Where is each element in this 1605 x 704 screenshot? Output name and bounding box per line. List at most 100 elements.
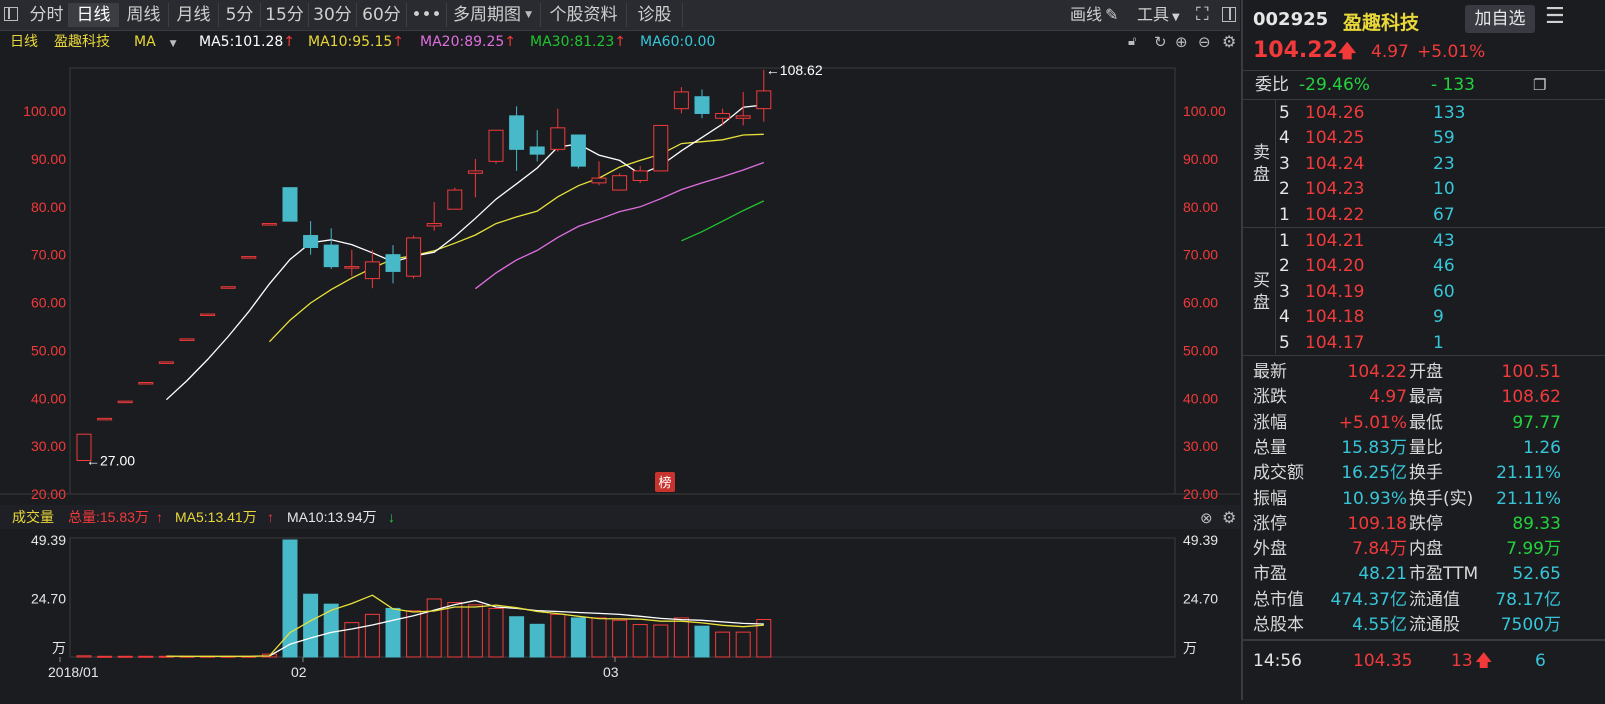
up-arrow-icon: ↑ [267, 509, 274, 525]
bid-price: 104.21 [1305, 231, 1365, 251]
candle [488, 129, 504, 164]
tools-label: 工具 [1137, 5, 1170, 24]
ma60-value: MA60:0.00 [640, 34, 716, 50]
price-tick-label-right: 60.00 [1183, 295, 1218, 311]
ask-lvl: 5 [1279, 103, 1290, 123]
stat-value: 104.22 [1347, 362, 1407, 382]
bid-vol: 1 [1433, 332, 1444, 353]
stat-value: 7.99万 [1506, 539, 1561, 560]
layout-toggle-icon[interactable] [4, 7, 18, 21]
stat-label: 换手 [1409, 463, 1443, 484]
stat-label: 量比 [1409, 437, 1443, 458]
draw-line-button[interactable]: 画线 ✎ [1070, 3, 1118, 27]
bid-level-row: 3 104.19 60 [1243, 279, 1605, 305]
tab-10[interactable]: 个股资料 [541, 3, 627, 27]
candle-body [364, 261, 380, 280]
up-arrow-icon: ↑ [156, 509, 163, 525]
panel-toggle-icon[interactable] [1222, 7, 1236, 22]
price-tick-label-right: 90.00 [1183, 151, 1218, 167]
ask-level-row: 1 104.22 67 [1243, 202, 1605, 228]
candle [117, 400, 133, 404]
stat-value: +5.01% [1338, 412, 1407, 433]
lock-icon[interactable]: 🔓︎ [1128, 30, 1136, 54]
stat-value: 4.97 [1369, 387, 1407, 408]
candle-body [529, 146, 545, 155]
price-tick-label-left: 20.00 [31, 486, 66, 502]
period-label: 日线 [10, 34, 38, 50]
fullscreen-icon[interactable]: ⛶ [1196, 3, 1209, 27]
bid-lvl: 3 [1279, 281, 1290, 302]
tab-4[interactable]: 5分 [219, 3, 261, 27]
add-watchlist-button[interactable]: 加自选 [1465, 5, 1535, 33]
volume-bar [673, 617, 689, 658]
volume-bar [364, 613, 380, 658]
volume-bar [612, 619, 628, 658]
copy-icon[interactable]: ❐ [1533, 72, 1546, 98]
volume-bar [138, 655, 154, 658]
tools-menu-button[interactable]: 工具 ▼ [1137, 3, 1180, 27]
last-tick-row: 14:56 104.35 13 🡅︎ 6 [1243, 648, 1605, 674]
tab-5[interactable]: 15分 [261, 3, 309, 27]
refresh-icon[interactable]: ↻ [1154, 30, 1167, 54]
stat-value: 100.51 [1501, 362, 1561, 382]
zoom-in-icon[interactable]: ⊕ [1175, 30, 1188, 54]
menu-list-icon[interactable]: ☰ [1545, 4, 1565, 29]
webi-label: 委比 [1255, 75, 1289, 95]
tab-1[interactable]: 日线 [69, 3, 119, 27]
tab-2[interactable]: 周线 [119, 3, 169, 27]
zoom-out-icon[interactable]: ⊖ [1198, 30, 1211, 54]
candle [570, 134, 586, 169]
tab-6[interactable]: 30分 [309, 3, 357, 27]
candle-body [735, 115, 751, 119]
stat-row: 振幅 10.93% 换手(实) 21.11% [1243, 486, 1605, 512]
stat-label: 市盈TTM [1409, 564, 1479, 585]
price-tick-label-left: 40.00 [31, 390, 66, 406]
stat-label: 涨停 [1253, 513, 1287, 534]
candle-body [220, 286, 236, 289]
candle [612, 173, 628, 191]
candle [200, 313, 216, 317]
stat-label: 涨幅 [1253, 412, 1287, 433]
volume-bar [303, 593, 319, 658]
tab-3[interactable]: 月线 [169, 3, 219, 27]
volume-tick-label-right: 24.70 [1183, 590, 1218, 606]
volume-bar [406, 610, 422, 658]
candle [715, 108, 731, 126]
stat-label: 流通股 [1409, 615, 1460, 635]
tab-9[interactable]: 多周期图 ▼ [447, 3, 541, 27]
price-tick-label-right: 80.00 [1183, 199, 1218, 215]
price-tick-label-right: 50.00 [1183, 342, 1218, 358]
divider [1243, 355, 1605, 356]
candle-body [653, 124, 669, 172]
price-tick-label-left: 100.00 [23, 103, 66, 119]
volume-legend-item-0: 成交量 [12, 509, 54, 525]
volume-bar [97, 655, 113, 658]
kline-chart[interactable]: 100.00 100.00 90.00 90.00 80.00 80.00 70.00 70.… [0, 54, 1240, 700]
stat-value: 10.93% [1342, 488, 1407, 509]
volume-unit-left: 万 [52, 640, 66, 656]
tick-count: 6 [1535, 651, 1546, 671]
candle-body [447, 189, 463, 210]
last-price: 104.22🡅︎ [1253, 38, 1356, 69]
candle [241, 256, 257, 259]
price-tick-label-left: 30.00 [31, 438, 66, 454]
candle [385, 245, 401, 284]
candle [529, 130, 545, 162]
tab-0[interactable]: 分时 [25, 3, 69, 27]
volume-bar [529, 623, 545, 658]
price-tick-label-right: 100.00 [1183, 103, 1226, 119]
ask-price: 104.23 [1305, 179, 1365, 200]
bid-level-row: 2 104.20 46 [1243, 253, 1605, 279]
settings-gear-icon[interactable]: ⚙ [1222, 30, 1236, 54]
tab-7[interactable]: 60分 [357, 3, 407, 27]
bid-price: 104.20 [1305, 256, 1365, 277]
stat-label: 总市值 [1253, 589, 1304, 610]
ma-selector[interactable]: MA ▼ [134, 30, 177, 56]
stat-label: 市盈 [1253, 564, 1287, 585]
tab-8[interactable]: ••• [407, 3, 447, 27]
x-axis-label: 03 [603, 664, 619, 680]
tab-11[interactable]: 诊股 [627, 3, 683, 27]
stat-label: 外盘 [1253, 539, 1287, 560]
webi-pct: -29.46% [1299, 75, 1370, 95]
candle [323, 228, 339, 270]
